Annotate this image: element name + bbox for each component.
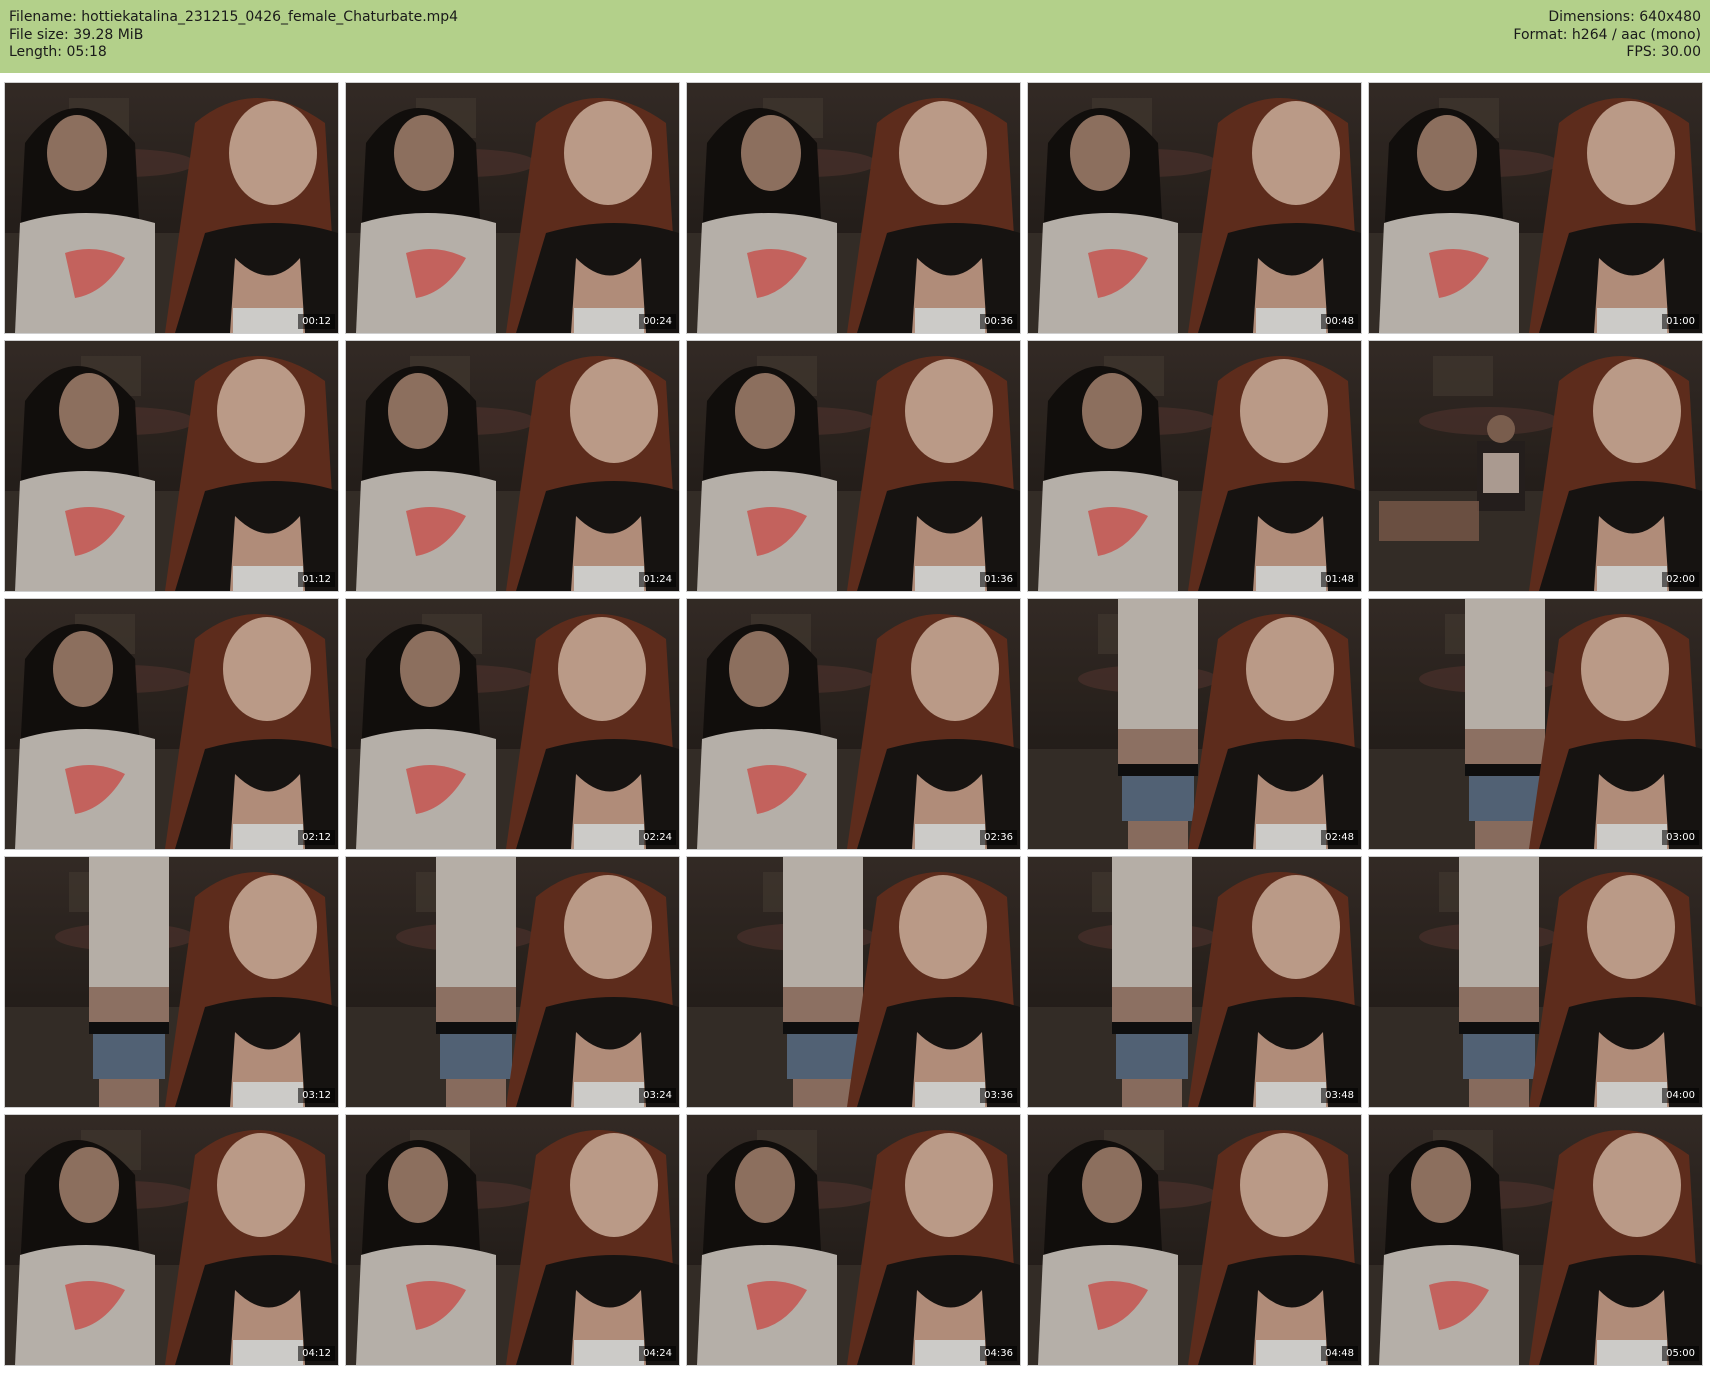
thumbnail-timestamp: 00:12 [298, 314, 335, 329]
thumbnail-timestamp: 01:36 [980, 572, 1017, 587]
thumbnail-timestamp: 04:36 [980, 1346, 1017, 1361]
video-thumbnail: 00:48 [1028, 83, 1361, 333]
video-thumbnail: 03:48 [1028, 857, 1361, 1107]
thumbnail-frame-image [687, 599, 1020, 849]
video-thumbnail: 03:24 [346, 857, 679, 1107]
thumbnail-frame-image [687, 341, 1020, 591]
info-header: Filename: hottiekatalina_231215_0426_fem… [0, 0, 1710, 73]
thumbnail-timestamp: 01:48 [1321, 572, 1358, 587]
thumbnail-timestamp: 02:00 [1662, 572, 1699, 587]
dimensions-text: Dimensions: 640x480 [1548, 9, 1701, 25]
thumbnail-frame-image [1028, 857, 1361, 1107]
video-thumbnail: 04:12 [5, 1115, 338, 1365]
video-thumbnail: 01:36 [687, 341, 1020, 591]
video-thumbnail: 04:24 [346, 1115, 679, 1365]
thumbnail-frame-image [687, 83, 1020, 333]
thumbnail-timestamp: 03:36 [980, 1088, 1017, 1103]
video-thumbnail: 04:00 [1369, 857, 1702, 1107]
thumbnail-frame-image [5, 1115, 338, 1365]
thumbnail-frame-image [1028, 83, 1361, 333]
fps-text: FPS: 30.00 [1626, 44, 1701, 60]
thumbnail-timestamp: 00:24 [639, 314, 676, 329]
thumbnail-timestamp: 01:00 [1662, 314, 1699, 329]
thumbnail-frame-image [5, 599, 338, 849]
video-thumbnail: 00:36 [687, 83, 1020, 333]
video-thumbnail: 01:48 [1028, 341, 1361, 591]
video-thumbnail: 00:12 [5, 83, 338, 333]
video-thumbnail: 01:24 [346, 341, 679, 591]
thumbnail-frame-image [346, 341, 679, 591]
thumbnail-frame-image [1369, 599, 1702, 849]
filename-text: Filename: hottiekatalina_231215_0426_fem… [9, 9, 459, 25]
thumbnail-timestamp: 00:36 [980, 314, 1017, 329]
video-thumbnail: 02:48 [1028, 599, 1361, 849]
thumbnail-frame-image [1028, 599, 1361, 849]
video-thumbnail: 02:24 [346, 599, 679, 849]
file-info-right: Dimensions: 640x480 Format: h264 / aac (… [1513, 9, 1701, 62]
video-thumbnail: 02:36 [687, 599, 1020, 849]
thumbnail-frame-image [1369, 857, 1702, 1107]
thumbnail-timestamp: 04:48 [1321, 1346, 1358, 1361]
thumbnail-timestamp: 04:12 [298, 1346, 335, 1361]
thumbnail-frame-image [1369, 1115, 1702, 1365]
thumbnail-frame-image [1369, 83, 1702, 333]
thumbnail-timestamp: 00:48 [1321, 314, 1358, 329]
video-thumbnail: 03:36 [687, 857, 1020, 1107]
file-info-left: Filename: hottiekatalina_231215_0426_fem… [9, 9, 458, 62]
video-thumbnail: 00:24 [346, 83, 679, 333]
thumbnail-frame-image [346, 599, 679, 849]
video-thumbnail: 02:00 [1369, 341, 1702, 591]
video-thumbnail: 03:00 [1369, 599, 1702, 849]
thumbnail-timestamp: 04:24 [639, 1346, 676, 1361]
video-thumbnail: 04:36 [687, 1115, 1020, 1365]
thumbnail-timestamp: 04:00 [1662, 1088, 1699, 1103]
thumbnail-frame-image [5, 341, 338, 591]
thumbnail-frame-image [1028, 1115, 1361, 1365]
thumbnail-timestamp: 02:24 [639, 830, 676, 845]
thumbnail-timestamp: 02:36 [980, 830, 1017, 845]
thumbnail-timestamp: 05:00 [1662, 1346, 1699, 1361]
length-text: Length: 05:18 [9, 44, 107, 60]
thumbnail-timestamp: 01:24 [639, 572, 676, 587]
thumbnail-timestamp: 02:12 [298, 830, 335, 845]
thumbnail-timestamp: 03:00 [1662, 830, 1699, 845]
thumbnail-timestamp: 03:48 [1321, 1088, 1358, 1103]
thumbnail-frame-image [1369, 341, 1702, 591]
thumbnail-frame-image [687, 857, 1020, 1107]
format-text: Format: h264 / aac (mono) [1513, 26, 1701, 43]
thumbnail-timestamp: 03:24 [639, 1088, 676, 1103]
thumbnail-frame-image [5, 857, 338, 1107]
thumbnail-frame-image [346, 83, 679, 333]
video-thumbnail: 01:00 [1369, 83, 1702, 333]
thumbnail-frame-image [346, 1115, 679, 1365]
video-thumbnail: 01:12 [5, 341, 338, 591]
thumbnail-grid: 00:12 00:24 00:36 00:48 01:00 01:12 01:24 01:36… [5, 83, 1705, 1365]
thumbnail-timestamp: 02:48 [1321, 830, 1358, 845]
thumbnail-frame-image [5, 83, 338, 333]
filesize-text: File size: 39.28 MiB [9, 26, 144, 43]
thumbnail-timestamp: 03:12 [298, 1088, 335, 1103]
thumbnail-frame-image [346, 857, 679, 1107]
thumbnail-timestamp: 01:12 [298, 572, 335, 587]
thumbnail-frame-image [687, 1115, 1020, 1365]
video-thumbnail: 02:12 [5, 599, 338, 849]
video-thumbnail: 04:48 [1028, 1115, 1361, 1365]
video-thumbnail: 03:12 [5, 857, 338, 1107]
video-thumbnail: 05:00 [1369, 1115, 1702, 1365]
thumbnail-frame-image [1028, 341, 1361, 591]
